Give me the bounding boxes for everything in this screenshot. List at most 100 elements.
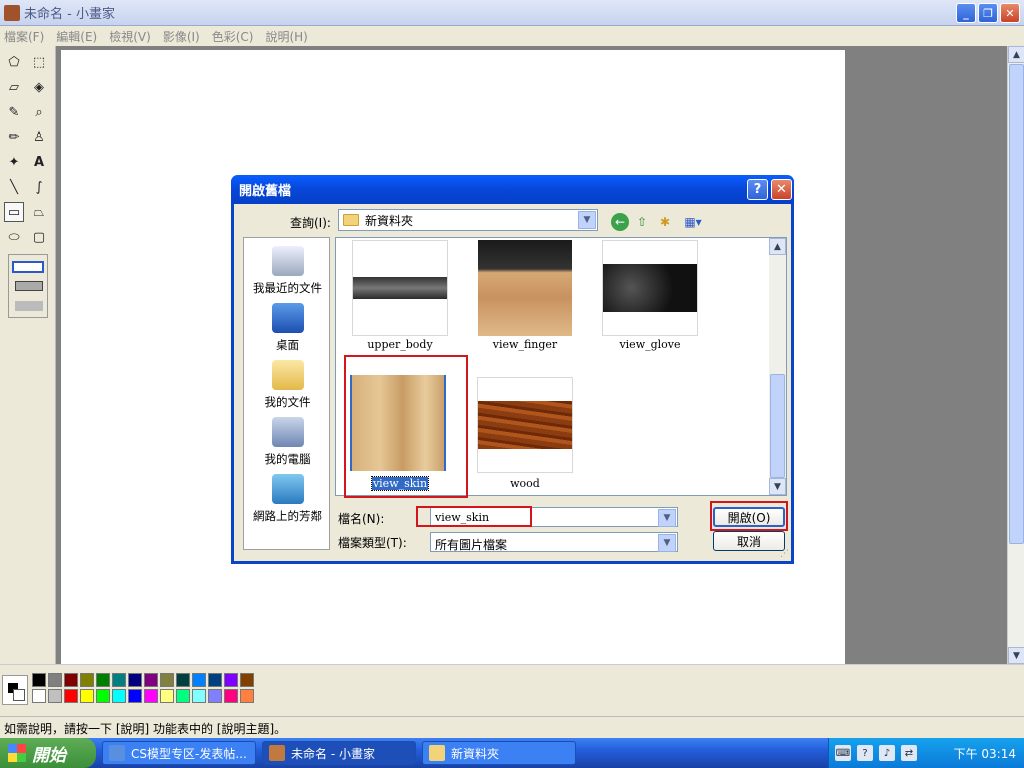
start-button[interactable]: 開始	[0, 738, 96, 768]
color-swatch[interactable]	[144, 673, 158, 687]
chevron-down-icon[interactable]: ▼	[658, 509, 676, 527]
menu-file[interactable]: 檔案(F)	[4, 28, 44, 45]
pencil-icon[interactable]: ✏	[4, 127, 24, 147]
scroll-thumb[interactable]	[770, 374, 785, 478]
color-swatch[interactable]	[240, 689, 254, 703]
color-swatch[interactable]	[176, 673, 190, 687]
file-thumbnail[interactable]	[352, 240, 448, 336]
menu-image[interactable]: 影像(I)	[163, 28, 200, 45]
filetype-dropdown[interactable]: 所有圖片檔案 ▼	[430, 532, 678, 552]
rounded-rect-icon[interactable]: ▢	[29, 227, 49, 247]
dialog-help-button[interactable]: ?	[747, 179, 768, 200]
color-swatch[interactable]	[32, 689, 46, 703]
color-swatch[interactable]	[80, 673, 94, 687]
color-swatch[interactable]	[224, 689, 238, 703]
file-name[interactable]: view_glove	[590, 338, 710, 351]
place-my-documents[interactable]: 我的文件	[244, 360, 331, 410]
fill-style-outline[interactable]	[12, 261, 44, 273]
menu-view[interactable]: 檢視(V)	[109, 28, 151, 45]
brush-icon[interactable]: ♙	[29, 127, 49, 147]
color-swatch[interactable]	[48, 689, 62, 703]
volume-icon[interactable]: ♪	[879, 745, 895, 761]
color-swatch[interactable]	[240, 673, 254, 687]
eraser-icon[interactable]: ▱	[4, 77, 24, 97]
color-swatch[interactable]	[208, 689, 222, 703]
file-thumbnail[interactable]	[477, 240, 573, 336]
keyboard-icon[interactable]: ⌨	[835, 745, 851, 761]
color-swatch[interactable]	[96, 673, 110, 687]
color-swatch[interactable]	[192, 689, 206, 703]
menu-help[interactable]: 說明(H)	[265, 28, 307, 45]
chevron-down-icon[interactable]: ▼	[578, 211, 596, 229]
up-folder-icon[interactable]: ⇧	[633, 213, 651, 231]
view-menu-icon[interactable]: ▦▾	[680, 213, 706, 231]
rect-select-icon[interactable]: ⬚	[29, 52, 49, 72]
scroll-thumb[interactable]	[1009, 64, 1024, 544]
color-swatch[interactable]	[48, 673, 62, 687]
fill-icon[interactable]: ◈	[29, 77, 49, 97]
ellipse-icon[interactable]: ⬭	[4, 227, 24, 247]
file-name[interactable]: upper_body	[340, 338, 460, 351]
color-swatch[interactable]	[112, 673, 126, 687]
color-swatch[interactable]	[64, 689, 78, 703]
color-swatch[interactable]	[32, 673, 46, 687]
text-tool-icon[interactable]: A	[29, 152, 49, 172]
tool-options	[8, 254, 48, 318]
lookin-dropdown[interactable]: 新資料夾 ▼	[338, 209, 598, 231]
task-browser[interactable]: CS模型专区-发表帖...	[102, 741, 256, 765]
color-swatch[interactable]	[160, 689, 174, 703]
place-my-computer[interactable]: 我的電腦	[244, 417, 331, 467]
color-swatch[interactable]	[128, 673, 142, 687]
place-recent[interactable]: 我最近的文件	[244, 246, 331, 296]
close-button[interactable]: ✕	[1000, 3, 1020, 23]
scroll-up-icon[interactable]: ▲	[1008, 46, 1024, 63]
new-folder-icon[interactable]: ✱	[656, 213, 674, 231]
color-swatch[interactable]	[144, 689, 158, 703]
scroll-down-icon[interactable]: ▼	[769, 478, 786, 495]
airbrush-icon[interactable]: ✦	[4, 152, 24, 172]
fill-style-both[interactable]	[15, 281, 43, 291]
back-icon[interactable]: ←	[611, 213, 629, 231]
color-swatch[interactable]	[64, 673, 78, 687]
background-color[interactable]	[13, 689, 25, 701]
curve-icon[interactable]: ∫	[29, 177, 49, 197]
color-swatch[interactable]	[160, 673, 174, 687]
cancel-button[interactable]: 取消	[713, 531, 785, 551]
file-list-scrollbar[interactable]: ▲ ▼	[769, 238, 786, 495]
color-swatch[interactable]	[112, 689, 126, 703]
place-desktop[interactable]: 桌面	[244, 303, 331, 353]
magnifier-icon[interactable]: ⌕	[29, 102, 49, 122]
file-name[interactable]: wood	[465, 477, 585, 490]
color-swatch[interactable]	[208, 673, 222, 687]
help-icon[interactable]: ?	[857, 745, 873, 761]
free-select-icon[interactable]: ⬠	[4, 52, 24, 72]
file-thumbnail[interactable]	[477, 377, 573, 473]
color-swatch[interactable]	[128, 689, 142, 703]
network-icon[interactable]: ⇄	[901, 745, 917, 761]
minimize-button[interactable]: _	[956, 3, 976, 23]
polygon-icon[interactable]: ⏢	[29, 202, 49, 222]
color-swatch[interactable]	[96, 689, 110, 703]
color-swatch[interactable]	[176, 689, 190, 703]
menu-colors[interactable]: 色彩(C)	[212, 28, 254, 45]
line-icon[interactable]: ╲	[4, 177, 24, 197]
canvas-scrollbar[interactable]: ▲ ▼	[1007, 46, 1024, 664]
restore-button[interactable]: ❐	[978, 3, 998, 23]
color-picker-icon[interactable]: ✎	[4, 102, 24, 122]
place-network[interactable]: 網路上的芳鄰	[244, 474, 331, 524]
color-swatch[interactable]	[80, 689, 94, 703]
rectangle-icon[interactable]: ▭	[4, 202, 24, 222]
chevron-down-icon[interactable]: ▼	[658, 534, 676, 552]
menu-edit[interactable]: 編輯(E)	[56, 28, 97, 45]
file-thumbnail[interactable]	[602, 240, 698, 336]
color-swatch[interactable]	[192, 673, 206, 687]
color-swatch[interactable]	[224, 673, 238, 687]
file-name[interactable]: view_finger	[465, 338, 585, 351]
scroll-down-icon[interactable]: ▼	[1008, 647, 1024, 664]
fill-style-solid[interactable]	[15, 301, 43, 311]
dialog-close-button[interactable]: ✕	[771, 179, 792, 200]
resize-grip-icon[interactable]: ⋰	[780, 549, 789, 559]
scroll-up-icon[interactable]: ▲	[769, 238, 786, 255]
task-paint[interactable]: 未命名 - 小畫家	[262, 741, 416, 765]
task-folder[interactable]: 新資料夾	[422, 741, 576, 765]
